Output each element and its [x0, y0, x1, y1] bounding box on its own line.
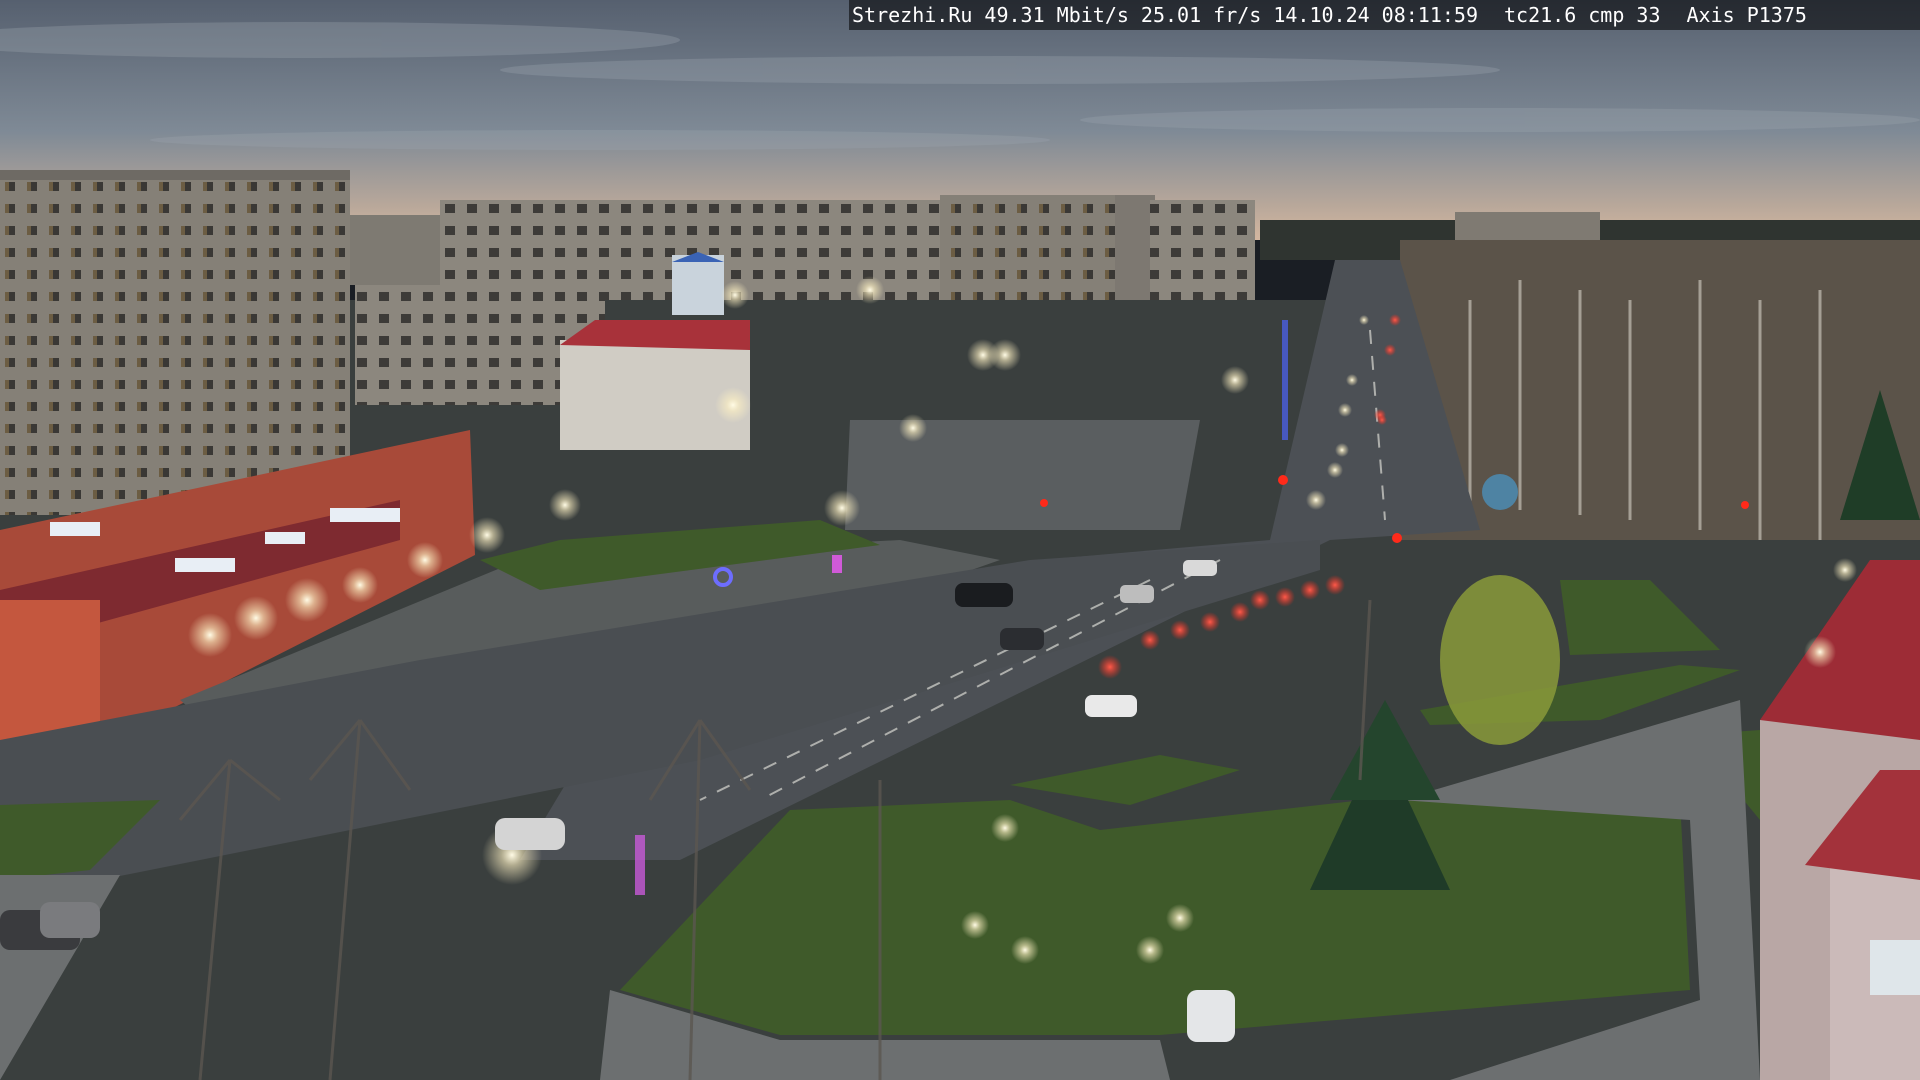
birch-forest [1400, 240, 1920, 540]
tc-value: tc21.6 [1504, 3, 1577, 27]
apartment-block-left [0, 175, 350, 515]
site-name: Strezhi.Ru [852, 3, 973, 27]
cmp-value: cmp 33 [1588, 3, 1661, 27]
time: 08:11:59 [1381, 3, 1478, 27]
date: 14.10.24 [1273, 3, 1370, 27]
plaza [845, 420, 1200, 530]
camera-info-overlay: Strezhi.Ru 49.31 Mbit/s 25.01 fr/s 14.10… [849, 0, 1920, 30]
camera-scene [0, 0, 1920, 1080]
bitrate: 49.31 Mbit/s [984, 3, 1129, 27]
framerate: 25.01 fr/s [1140, 3, 1262, 27]
camera-model: Axis P1375 [1686, 3, 1807, 27]
